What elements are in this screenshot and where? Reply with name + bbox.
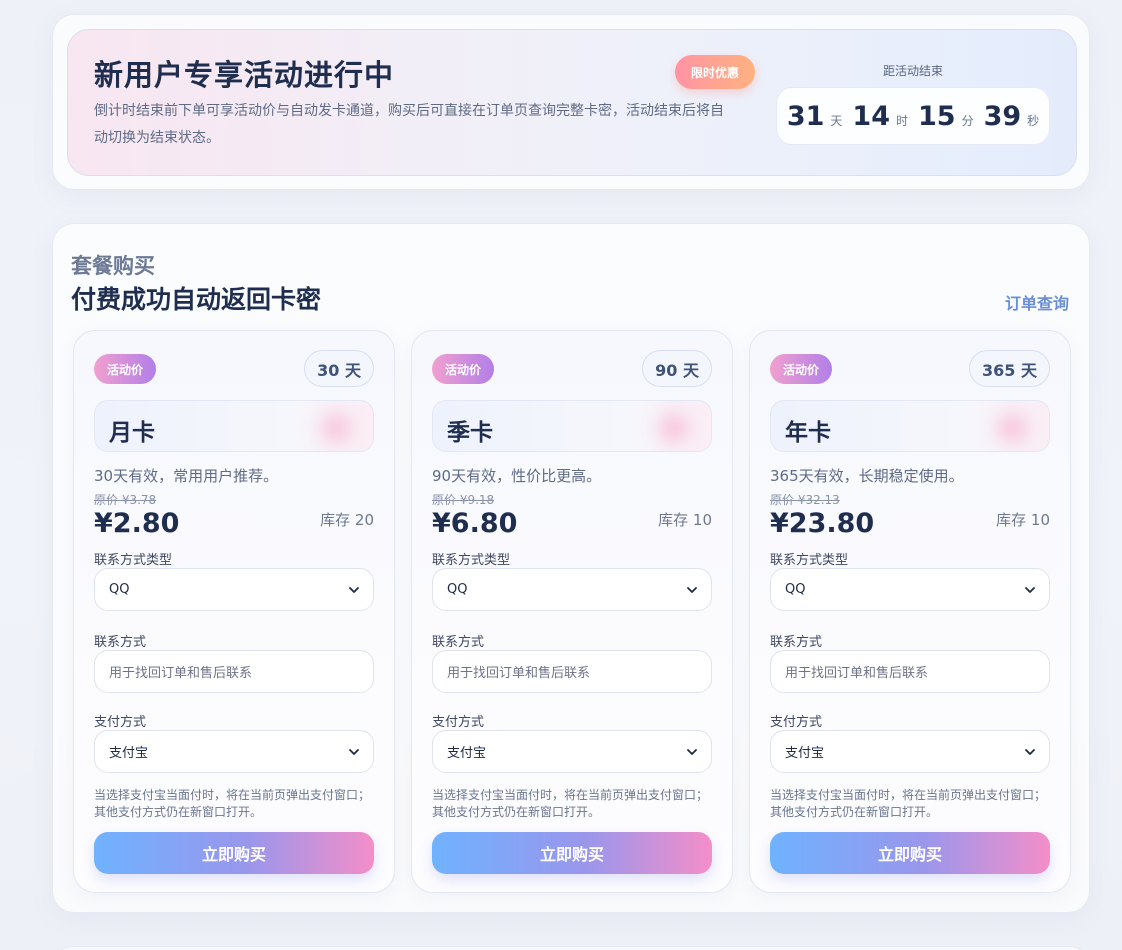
countdown-minutes: 15 [918, 100, 956, 132]
contact-input[interactable]: 用于找回订单和售后联系 [94, 650, 374, 693]
promo-panel: 新用户专享活动进行中 倒计时结束前下单可享活动价与自动发卡通道，购买后可直接在订… [52, 14, 1090, 190]
decorative-glow [659, 413, 689, 443]
countdown-days-unit: 天 [830, 113, 843, 128]
buy-now-button[interactable]: 立即购买 [770, 832, 1050, 874]
stock-count: 库存 10 [996, 511, 1050, 529]
payment-note: 当选择支付宝当面付时，将在当前页弹出支付窗口；其他支付方式仍在新窗口打开。 [94, 788, 371, 819]
contact-type-label: 联系方式类型 [94, 553, 173, 568]
countdown-hours-unit: 时 [895, 113, 908, 128]
promo-banner: 新用户专享活动进行中 倒计时结束前下单可享活动价与自动发卡通道，购买后可直接在订… [67, 29, 1077, 176]
duration-badge: 30 天 [304, 350, 374, 387]
plan-name: 季卡 [447, 420, 493, 446]
plan-card-1: 活动价 30 天 月卡 30天有效，常用用户推荐。 原价 ¥3.78 ¥2.80… [73, 330, 395, 893]
chevron-down-icon [1025, 586, 1035, 593]
contact-type-value: QQ [447, 582, 468, 597]
payment-method-label: 支付方式 [432, 715, 485, 730]
contact-type-label: 联系方式类型 [770, 553, 849, 568]
contact-placeholder: 用于找回订单和售后联系 [109, 666, 253, 681]
contact-label: 联系方式 [770, 635, 823, 650]
countdown-minutes-unit: 分 [961, 113, 974, 128]
plan-name: 月卡 [109, 420, 155, 446]
countdown-days: 31 [786, 100, 825, 132]
chevron-down-icon [687, 586, 697, 593]
countdown-seconds: 39 [983, 100, 1022, 132]
plan-price: ¥23.80 [770, 508, 875, 539]
payment-method-value: 支付宝 [785, 746, 825, 761]
countdown-hours: 14 [852, 100, 890, 132]
contact-placeholder: 用于找回订单和售后联系 [447, 666, 591, 681]
payment-method-value: 支付宝 [109, 746, 149, 761]
stock-count: 库存 20 [320, 511, 374, 529]
chevron-down-icon [687, 748, 697, 755]
activity-price-tag: 活动价 [94, 354, 156, 384]
original-price: 原价 ¥3.78 [94, 493, 157, 507]
section-kicker: 套餐购买 [71, 254, 155, 278]
payment-method-select[interactable]: 支付宝 [432, 730, 712, 773]
buy-now-button[interactable]: 立即购买 [432, 832, 712, 874]
plan-name-box: 年卡 [770, 400, 1050, 452]
payment-method-select[interactable]: 支付宝 [94, 730, 374, 773]
contact-type-value: QQ [785, 582, 806, 597]
payment-method-value: 支付宝 [447, 746, 487, 761]
buy-now-button[interactable]: 立即购买 [94, 832, 374, 874]
plan-name: 年卡 [785, 420, 831, 446]
promo-title: 新用户专享活动进行中 [94, 58, 395, 92]
contact-type-select[interactable]: QQ [432, 568, 712, 611]
chevron-down-icon [1025, 748, 1035, 755]
contact-input[interactable]: 用于找回订单和售后联系 [770, 650, 1050, 693]
section-title: 付费成功自动返回卡密 [71, 285, 322, 314]
plans-panel: 套餐购买 付费成功自动返回卡密 订单查询 活动价 30 天 月卡 30天有效，常… [52, 223, 1090, 913]
stock-count: 库存 10 [658, 511, 712, 529]
plan-description: 365天有效，长期稳定使用。 [770, 467, 964, 485]
plan-card-2: 活动价 90 天 季卡 90天有效，性价比更高。 原价 ¥9.18 ¥6.80 … [411, 330, 733, 893]
original-price: 原价 ¥9.18 [432, 493, 495, 507]
contact-label: 联系方式 [94, 635, 147, 650]
plan-name-box: 季卡 [432, 400, 712, 452]
contact-type-value: QQ [109, 582, 130, 597]
plan-price: ¥6.80 [432, 508, 518, 539]
plan-description: 90天有效，性价比更高。 [432, 467, 602, 485]
payment-method-label: 支付方式 [94, 715, 147, 730]
contact-label: 联系方式 [432, 635, 485, 650]
payment-method-label: 支付方式 [770, 715, 823, 730]
activity-price-tag: 活动价 [770, 354, 832, 384]
decorative-glow [997, 413, 1027, 443]
duration-badge: 365 天 [969, 350, 1050, 387]
contact-input[interactable]: 用于找回订单和售后联系 [432, 650, 712, 693]
decorative-glow [321, 413, 351, 443]
countdown-label: 距活动结束 [882, 64, 943, 78]
plan-card-3: 活动价 365 天 年卡 365天有效，长期稳定使用。 原价 ¥32.13 ¥2… [749, 330, 1071, 893]
order-query-link[interactable]: 订单查询 [1005, 290, 1069, 314]
promo-description: 倒计时结束前下单可享活动价与自动发卡通道，购买后可直接在订单页查询完整卡密，活动… [94, 103, 724, 146]
contact-type-label: 联系方式类型 [432, 553, 511, 568]
contact-type-select[interactable]: QQ [94, 568, 374, 611]
payment-note: 当选择支付宝当面付时，将在当前页弹出支付窗口；其他支付方式仍在新窗口打开。 [432, 788, 709, 819]
chevron-down-icon [349, 748, 359, 755]
duration-badge: 90 天 [642, 350, 712, 387]
countdown-seconds-unit: 秒 [1027, 113, 1040, 128]
limited-offer-badge: 限时优惠 [675, 55, 755, 89]
payment-note: 当选择支付宝当面付时，将在当前页弹出支付窗口；其他支付方式仍在新窗口打开。 [770, 788, 1047, 819]
plan-description: 30天有效，常用用户推荐。 [94, 467, 279, 485]
contact-type-select[interactable]: QQ [770, 568, 1050, 611]
chevron-down-icon [349, 586, 359, 593]
next-panel-edge [52, 946, 1090, 950]
original-price: 原价 ¥32.13 [770, 493, 840, 507]
plan-price: ¥2.80 [94, 508, 180, 539]
activity-price-tag: 活动价 [432, 354, 494, 384]
plan-name-box: 月卡 [94, 400, 374, 452]
contact-placeholder: 用于找回订单和售后联系 [785, 666, 929, 681]
payment-method-select[interactable]: 支付宝 [770, 730, 1050, 773]
countdown-timer: 31 天 14 时 15 分 39 秒 [776, 87, 1050, 145]
